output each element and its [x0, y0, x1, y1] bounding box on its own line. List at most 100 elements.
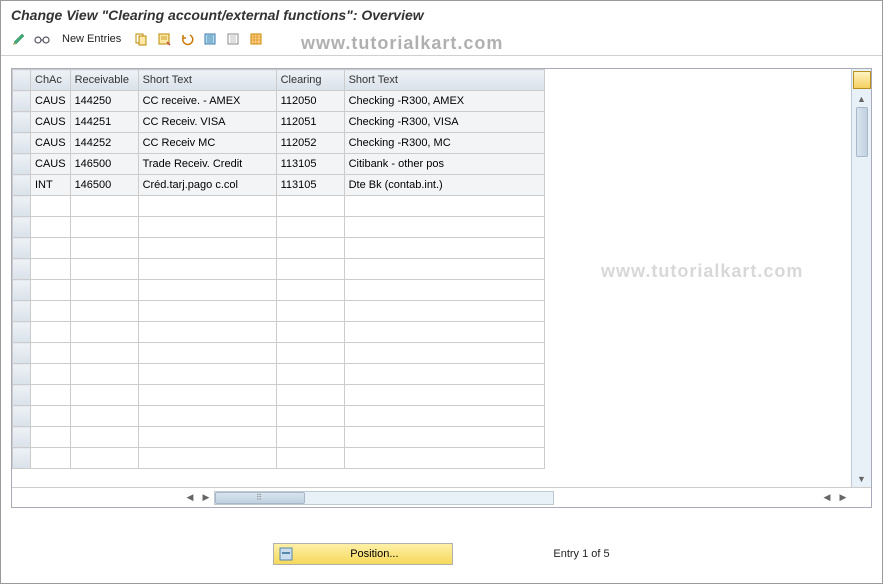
row-selector[interactable]: [13, 238, 31, 259]
cell-empty[interactable]: [138, 280, 276, 301]
row-selector[interactable]: [13, 385, 31, 406]
table-row-empty[interactable]: [13, 238, 545, 259]
cell-empty[interactable]: [70, 448, 138, 469]
cell-empty[interactable]: [276, 406, 344, 427]
cell-empty[interactable]: [344, 238, 544, 259]
cell-empty[interactable]: [138, 196, 276, 217]
row-selector[interactable]: [13, 91, 31, 112]
cell-empty[interactable]: [70, 280, 138, 301]
cell-empty[interactable]: [31, 301, 71, 322]
cell-empty[interactable]: [344, 406, 544, 427]
cell-empty[interactable]: [31, 427, 71, 448]
cell-empty[interactable]: [138, 301, 276, 322]
cell-empty[interactable]: [344, 259, 544, 280]
row-selector[interactable]: [13, 406, 31, 427]
cell-empty[interactable]: [31, 217, 71, 238]
row-selector[interactable]: [13, 154, 31, 175]
table-row[interactable]: CAUS146500Trade Receiv. Credit113105Citi…: [13, 154, 545, 175]
cell-empty[interactable]: [138, 259, 276, 280]
new-entries-button[interactable]: New Entries: [55, 30, 128, 48]
cell-empty[interactable]: [344, 364, 544, 385]
table-row-empty[interactable]: [13, 301, 545, 322]
table-row[interactable]: INT146500Créd.tarj.pago c.col113105Dte B…: [13, 175, 545, 196]
cell-shorttext1[interactable]: Trade Receiv. Credit: [138, 154, 276, 175]
table-row[interactable]: CAUS144252CC Receiv MC112052Checking -R3…: [13, 133, 545, 154]
row-selector[interactable]: [13, 259, 31, 280]
cell-empty[interactable]: [70, 301, 138, 322]
vscroll-track[interactable]: [855, 107, 869, 471]
toggle-change-icon[interactable]: [9, 29, 29, 49]
cell-empty[interactable]: [276, 427, 344, 448]
cell-empty[interactable]: [276, 238, 344, 259]
cell-empty[interactable]: [138, 238, 276, 259]
cell-receivable[interactable]: 144250: [70, 91, 138, 112]
cell-empty[interactable]: [31, 238, 71, 259]
scroll-left-end-button[interactable]: ◀: [819, 490, 835, 506]
cell-empty[interactable]: [70, 217, 138, 238]
cell-chac[interactable]: CAUS: [31, 112, 71, 133]
table-row[interactable]: CAUS144250CC receive. - AMEX112050Checki…: [13, 91, 545, 112]
cell-empty[interactable]: [31, 406, 71, 427]
cell-empty[interactable]: [138, 217, 276, 238]
cell-empty[interactable]: [31, 448, 71, 469]
row-selector[interactable]: [13, 448, 31, 469]
cell-clearing[interactable]: 112051: [276, 112, 344, 133]
cell-empty[interactable]: [344, 343, 544, 364]
cell-shorttext1[interactable]: CC Receiv. VISA: [138, 112, 276, 133]
row-selector[interactable]: [13, 322, 31, 343]
row-selector[interactable]: [13, 364, 31, 385]
save-variant-icon[interactable]: [154, 29, 174, 49]
cell-empty[interactable]: [31, 343, 71, 364]
table-row-empty[interactable]: [13, 364, 545, 385]
row-selector[interactable]: [13, 175, 31, 196]
col-header-shorttext2[interactable]: Short Text: [344, 70, 544, 91]
table-row-empty[interactable]: [13, 385, 545, 406]
cell-empty[interactable]: [70, 385, 138, 406]
cell-empty[interactable]: [31, 385, 71, 406]
cell-shorttext2[interactable]: Dte Bk (contab.int.): [344, 175, 544, 196]
cell-empty[interactable]: [70, 238, 138, 259]
table-row-empty[interactable]: [13, 322, 545, 343]
glasses-icon[interactable]: [32, 29, 52, 49]
cell-chac[interactable]: CAUS: [31, 133, 71, 154]
cell-chac[interactable]: CAUS: [31, 91, 71, 112]
cell-empty[interactable]: [276, 280, 344, 301]
cell-empty[interactable]: [138, 406, 276, 427]
table-row[interactable]: CAUS144251CC Receiv. VISA112051Checking …: [13, 112, 545, 133]
table-settings-icon[interactable]: [246, 29, 266, 49]
cell-empty[interactable]: [70, 364, 138, 385]
cell-shorttext1[interactable]: CC Receiv MC: [138, 133, 276, 154]
cell-empty[interactable]: [138, 343, 276, 364]
cell-empty[interactable]: [276, 259, 344, 280]
cell-empty[interactable]: [70, 196, 138, 217]
cell-empty[interactable]: [70, 343, 138, 364]
cell-shorttext1[interactable]: CC receive. - AMEX: [138, 91, 276, 112]
cell-empty[interactable]: [344, 301, 544, 322]
deselect-all-icon[interactable]: [223, 29, 243, 49]
row-selector-header[interactable]: [13, 70, 31, 91]
cell-shorttext2[interactable]: Citibank - other pos: [344, 154, 544, 175]
table-row-empty[interactable]: [13, 259, 545, 280]
cell-empty[interactable]: [138, 364, 276, 385]
cell-empty[interactable]: [31, 364, 71, 385]
cell-empty[interactable]: [344, 427, 544, 448]
cell-empty[interactable]: [344, 322, 544, 343]
cell-shorttext2[interactable]: Checking -R300, MC: [344, 133, 544, 154]
cell-empty[interactable]: [276, 301, 344, 322]
scroll-left-button[interactable]: ◀: [182, 490, 198, 506]
cell-receivable[interactable]: 144251: [70, 112, 138, 133]
row-selector[interactable]: [13, 343, 31, 364]
cell-clearing[interactable]: 113105: [276, 175, 344, 196]
cell-empty[interactable]: [344, 217, 544, 238]
cell-empty[interactable]: [70, 259, 138, 280]
cell-empty[interactable]: [276, 343, 344, 364]
cell-empty[interactable]: [138, 322, 276, 343]
vscroll-thumb[interactable]: [856, 107, 868, 157]
select-all-icon[interactable]: [200, 29, 220, 49]
row-selector[interactable]: [13, 133, 31, 154]
table-row-empty[interactable]: [13, 343, 545, 364]
cell-empty[interactable]: [344, 196, 544, 217]
hscroll-track[interactable]: ⠿: [214, 491, 554, 505]
cell-empty[interactable]: [276, 385, 344, 406]
hscroll-thumb[interactable]: ⠿: [215, 492, 305, 504]
